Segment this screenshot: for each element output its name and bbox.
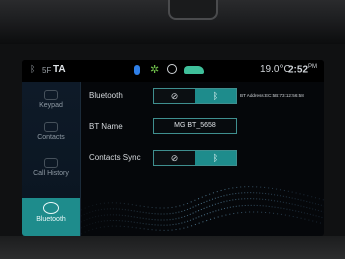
contacts-icon (44, 122, 58, 132)
sidebar-item-call-history[interactable]: Call History (22, 158, 80, 177)
call-history-icon (44, 158, 58, 168)
car-icon[interactable] (184, 66, 204, 74)
infotainment-screen: ᛒ 5F TA ✲ 19.0°C 2:52PM Keypad Contacts … (22, 60, 324, 236)
microphone-icon[interactable] (134, 65, 140, 75)
sidebar-item-contacts[interactable]: Contacts (22, 122, 80, 141)
fan-icon[interactable] (167, 64, 177, 74)
clock-time: 2:52 (288, 64, 309, 76)
sidebar: Keypad Contacts Call History Bluetooth (22, 82, 81, 236)
bt-address-text: BT Address:EC:5B:73:12:56:58 (240, 93, 304, 98)
bluetooth-off-button[interactable]: ⊘ (154, 89, 195, 103)
decorative-wave-graphic (81, 186, 324, 235)
bluetooth-toggle[interactable]: ⊘ ᛒ (153, 88, 237, 104)
signal-label: 5F (42, 66, 52, 75)
sidebar-item-label: Call History (33, 170, 69, 177)
dashboard-bottom-trim (0, 236, 345, 259)
air-vent (168, 0, 218, 20)
sidebar-item-label: Bluetooth (36, 216, 66, 223)
sidebar-item-bluetooth[interactable]: Bluetooth (22, 198, 80, 236)
bluetooth-label: Bluetooth (89, 91, 123, 100)
status-bar: ᛒ 5F TA ✲ 19.0°C 2:52PM (22, 60, 324, 82)
bt-name-label: BT Name (89, 122, 123, 131)
bluetooth-on-button[interactable]: ᛒ (195, 89, 236, 103)
ta-label: TA (53, 64, 66, 75)
temperature-readout: 19.0°C (260, 64, 291, 75)
clock-ampm: PM (308, 64, 318, 70)
dashboard-top-trim (0, 0, 345, 44)
bt-name-field[interactable]: MG BT_5658 (153, 118, 237, 134)
sidebar-item-label: Contacts (37, 134, 65, 141)
gear-icon[interactable]: ✲ (150, 63, 159, 76)
bluetooth-icon (43, 202, 59, 214)
sidebar-item-label: Keypad (39, 102, 63, 109)
bluetooth-status-icon: ᛒ (30, 64, 36, 74)
keypad-icon (44, 90, 58, 100)
sidebar-item-keypad[interactable]: Keypad (22, 90, 80, 109)
clock: 2:52PM (288, 64, 317, 75)
